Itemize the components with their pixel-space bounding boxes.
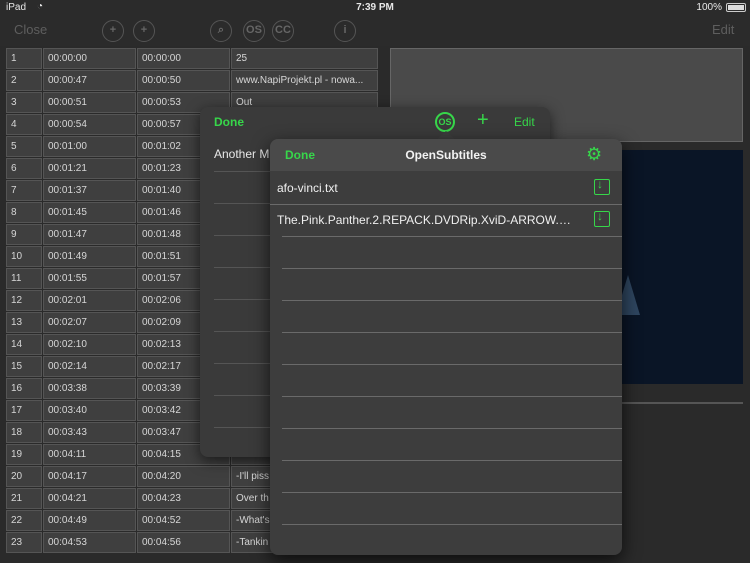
start-time: 00:04:21: [43, 488, 136, 509]
done-button[interactable]: Done: [214, 115, 244, 129]
start-time: 00:02:10: [43, 334, 136, 355]
close-button[interactable]: Close: [14, 22, 47, 37]
end-time: 00:00:50: [137, 70, 230, 91]
row-number: 6: [6, 158, 42, 179]
popover-title: OpenSubtitles: [405, 148, 487, 162]
battery-icon: [726, 3, 746, 12]
list-item[interactable]: afo-vinci.txt: [270, 172, 622, 204]
opensubtitles-popover: Done OpenSubtitles ⚙ afo-vinci.txt The.P…: [270, 139, 622, 555]
edit-button[interactable]: Edit: [712, 22, 734, 37]
add-button[interactable]: +: [477, 109, 489, 132]
table-row[interactable]: 1 00:00:00 00:00:00 25: [6, 48, 378, 70]
start-time: 00:04:17: [43, 466, 136, 487]
table-row[interactable]: 2 00:00:47 00:00:50 www.NapiProjekt.pl - no…: [6, 70, 378, 92]
row-number: 4: [6, 114, 42, 135]
row-number: 9: [6, 224, 42, 245]
row-number: 2: [6, 70, 42, 91]
subtitle-text: www.NapiProjekt.pl - nowa...: [231, 70, 378, 91]
row-number: 10: [6, 246, 42, 267]
row-number: 20: [6, 466, 42, 487]
row-number: 14: [6, 334, 42, 355]
divider: [282, 332, 622, 333]
subtitle-search-icon[interactable]: ⌕: [210, 20, 232, 42]
info-icon[interactable]: i: [334, 20, 356, 42]
file-name: afo-vinci.txt: [277, 181, 338, 195]
row-number: 15: [6, 356, 42, 377]
start-time: 00:03:40: [43, 400, 136, 421]
gear-icon[interactable]: ⚙: [586, 144, 602, 165]
start-time: 00:03:43: [43, 422, 136, 443]
add-line-icon[interactable]: +: [133, 20, 155, 42]
row-number: 7: [6, 180, 42, 201]
start-time: 00:04:53: [43, 532, 136, 553]
download-icon[interactable]: [594, 177, 610, 195]
divider: [282, 460, 622, 461]
row-number: 12: [6, 290, 42, 311]
divider: [282, 492, 622, 493]
end-time: 00:04:20: [137, 466, 230, 487]
list-item[interactable]: Another M: [214, 147, 269, 161]
download-icon[interactable]: [594, 209, 610, 227]
add-icon[interactable]: +: [102, 20, 124, 42]
start-time: 00:04:49: [43, 510, 136, 531]
row-number: 3: [6, 92, 42, 113]
toolbar: Close + + ⌕ OS CC i Edit: [0, 16, 750, 46]
start-time: 00:00:00: [43, 48, 136, 69]
start-time: 00:01:49: [43, 246, 136, 267]
status-bar: iPad ◔ 7:39 PM 100%: [0, 0, 750, 16]
start-time: 00:02:07: [43, 312, 136, 333]
divider: [282, 364, 622, 365]
row-number: 1: [6, 48, 42, 69]
row-number: 11: [6, 268, 42, 289]
end-time: 00:04:56: [137, 532, 230, 553]
end-time: 00:04:52: [137, 510, 230, 531]
start-time: 00:00:47: [43, 70, 136, 91]
opensubtitles-icon[interactable]: OS: [243, 20, 265, 42]
end-time: 00:00:00: [137, 48, 230, 69]
start-time: 00:00:54: [43, 114, 136, 135]
end-time: 00:04:23: [137, 488, 230, 509]
row-number: 5: [6, 136, 42, 157]
start-time: 00:01:45: [43, 202, 136, 223]
battery-percent: 100%: [696, 2, 722, 13]
row-number: 16: [6, 378, 42, 399]
row-number: 19: [6, 444, 42, 465]
start-time: 00:01:37: [43, 180, 136, 201]
row-number: 13: [6, 312, 42, 333]
divider: [282, 268, 622, 269]
file-name: The.Pink.Panther.2.REPACK.DVDRip.XviD-AR…: [277, 213, 577, 227]
row-number: 23: [6, 532, 42, 553]
opensubtitles-icon[interactable]: OS: [435, 112, 455, 132]
clock: 7:39 PM: [356, 2, 394, 13]
divider: [282, 428, 622, 429]
popover-header: Done OS + Edit: [200, 107, 550, 137]
row-number: 18: [6, 422, 42, 443]
start-time: 00:02:14: [43, 356, 136, 377]
row-number: 22: [6, 510, 42, 531]
divider: [282, 300, 622, 301]
list-item[interactable]: The.Pink.Panther.2.REPACK.DVDRip.XviD-AR…: [270, 204, 622, 236]
start-time: 00:01:00: [43, 136, 136, 157]
start-time: 00:02:01: [43, 290, 136, 311]
start-time: 00:01:47: [43, 224, 136, 245]
edit-button[interactable]: Edit: [514, 115, 535, 129]
start-time: 00:03:38: [43, 378, 136, 399]
divider: [282, 236, 622, 237]
divider: [282, 396, 622, 397]
subtitle-text: 25: [231, 48, 378, 69]
start-time: 00:01:21: [43, 158, 136, 179]
cc-icon[interactable]: CC: [272, 20, 294, 42]
start-time: 00:04:11: [43, 444, 136, 465]
row-number: 8: [6, 202, 42, 223]
popover-header: Done OpenSubtitles ⚙: [270, 139, 622, 171]
row-number: 21: [6, 488, 42, 509]
row-number: 17: [6, 400, 42, 421]
start-time: 00:01:55: [43, 268, 136, 289]
start-time: 00:00:51: [43, 92, 136, 113]
divider: [282, 524, 622, 525]
